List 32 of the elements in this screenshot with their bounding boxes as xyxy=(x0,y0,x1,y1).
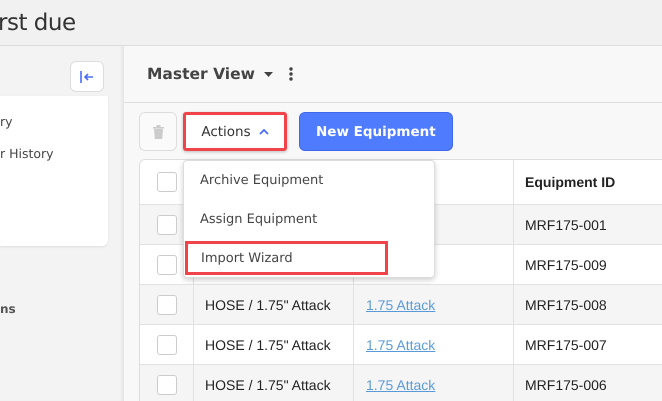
menu-item[interactable]: Archive Equipment xyxy=(184,161,434,200)
table-cell: MRF175-001 xyxy=(525,216,607,232)
brand-name: rst due xyxy=(0,10,76,36)
row-checkbox[interactable] xyxy=(156,254,176,274)
row-checkbox[interactable] xyxy=(156,214,176,234)
select-all-checkbox[interactable] xyxy=(156,172,176,192)
column-header: Equipment ID xyxy=(524,173,616,192)
menu-item[interactable]: Import Wizard xyxy=(185,241,388,275)
collapse-left-icon xyxy=(79,70,95,84)
more-options-icon[interactable] xyxy=(288,67,293,81)
collapse-sidebar-button[interactable] xyxy=(70,61,104,92)
delete-button[interactable] xyxy=(139,112,177,151)
new-equipment-button[interactable]: New Equipment xyxy=(299,112,453,151)
sidebar-item[interactable]: r History xyxy=(0,146,108,178)
caret-icon xyxy=(264,72,273,76)
chevron-icon xyxy=(258,128,269,134)
sidebar-item[interactable]: ry xyxy=(0,114,108,146)
table-cell: MRF175-008 xyxy=(525,296,607,312)
menu-item[interactable]: Assign Equipment xyxy=(184,200,434,239)
table-cell: HOSE / 1.75" Attack xyxy=(205,296,331,312)
table-cell: HOSE / 1.75" Attack xyxy=(205,376,331,392)
row-checkbox[interactable] xyxy=(156,334,176,354)
sidebar-section-label: ns xyxy=(0,302,17,316)
actions-button[interactable]: Actions xyxy=(183,112,287,151)
table-cell: MRF175-009 xyxy=(525,256,607,272)
table-cell: HOSE / 1.75" Attack xyxy=(205,336,331,352)
table-cell: MRF175-006 xyxy=(525,376,607,392)
row-checkbox[interactable] xyxy=(156,294,176,314)
table-cell: MRF175-007 xyxy=(525,336,607,352)
row-checkbox[interactable] xyxy=(156,374,176,394)
trash-icon xyxy=(152,124,164,138)
view-selector[interactable]: Master View xyxy=(147,65,273,83)
